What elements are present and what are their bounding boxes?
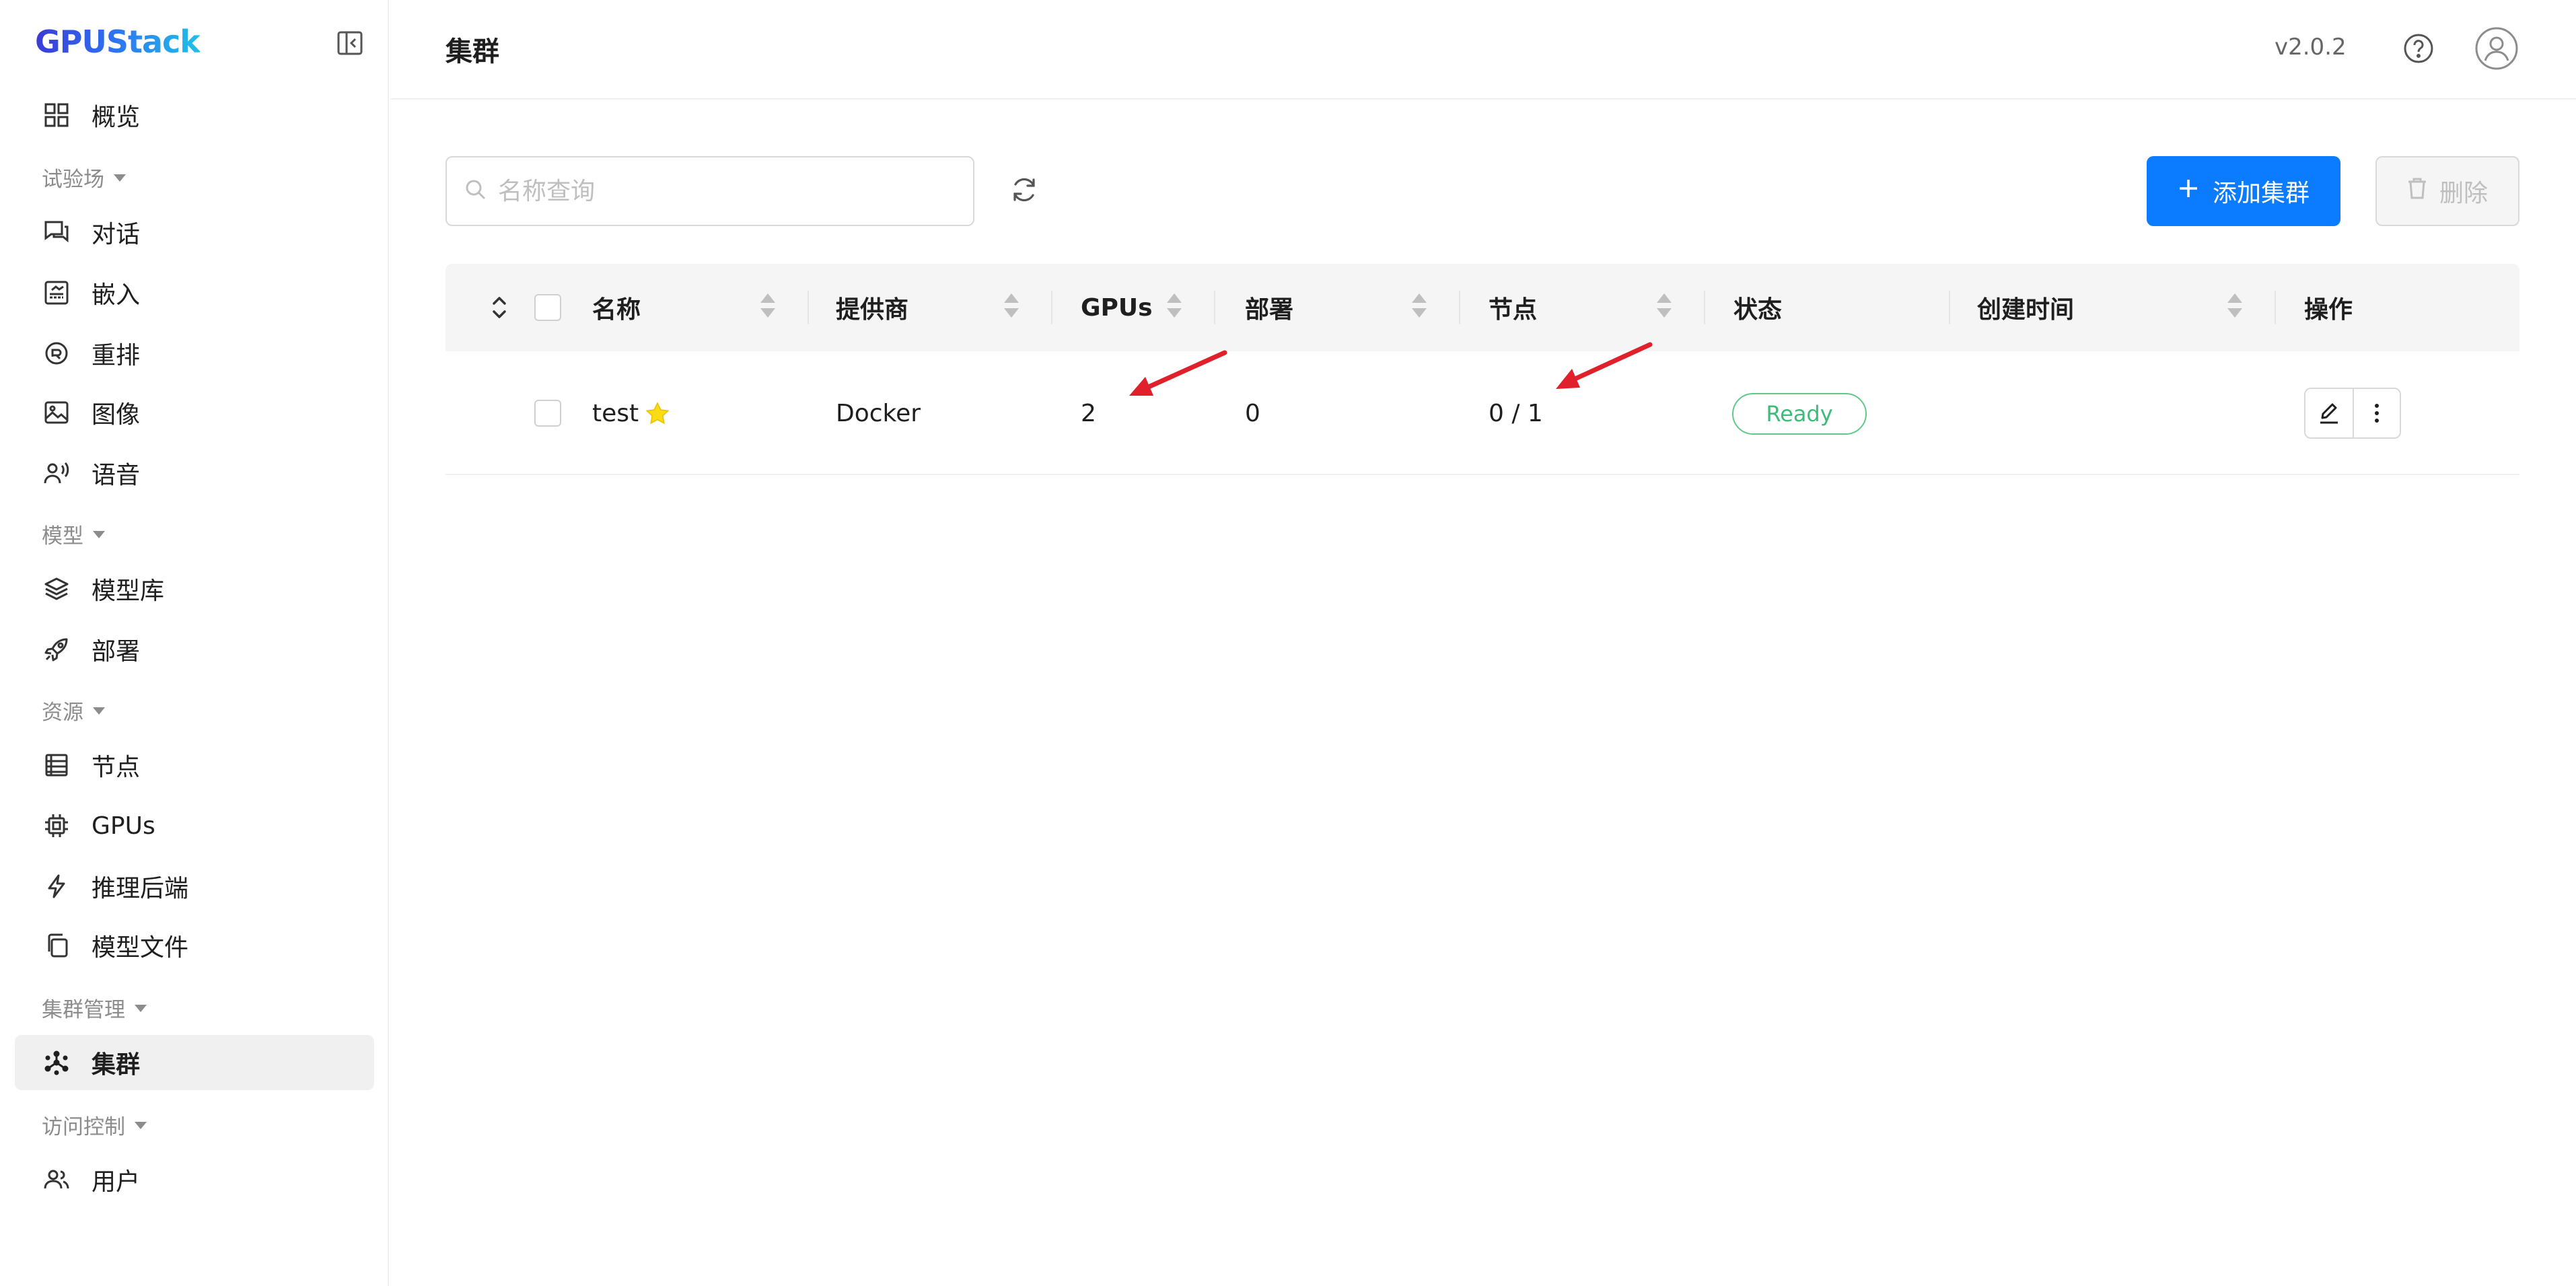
- column-header-provider[interactable]: 提供商: [836, 264, 908, 351]
- sidebar-item-rerank[interactable]: 重排: [15, 326, 374, 381]
- users-icon: [42, 1165, 71, 1194]
- search-input[interactable]: [498, 177, 956, 205]
- lightning-icon: [42, 871, 71, 901]
- sort-name-icon[interactable]: [760, 293, 775, 322]
- sidebar-item-gpus[interactable]: GPUs: [15, 798, 374, 853]
- column-header-status: 状态: [1733, 296, 1783, 324]
- expand-collapse-all-icon[interactable]: [485, 292, 514, 323]
- edit-icon[interactable]: [2305, 389, 2353, 437]
- collapse-sidebar-icon[interactable]: [334, 27, 366, 59]
- column-header-actions: 操作: [2304, 296, 2353, 324]
- chip-icon: [42, 811, 71, 841]
- gpustack-logo[interactable]: GPUStack: [35, 23, 201, 61]
- caret-down-icon: [135, 1121, 147, 1129]
- column-divider[interactable]: [1949, 291, 1950, 324]
- column-divider[interactable]: [1051, 291, 1052, 324]
- sidebar-item-deployments[interactable]: 部署: [15, 622, 374, 677]
- star-icon: [645, 402, 670, 425]
- rocket-icon: [42, 635, 71, 664]
- cell-name[interactable]: test: [592, 351, 670, 475]
- column-header-created[interactable]: 创建时间: [1977, 264, 2074, 351]
- sidebar-item-model-files[interactable]: 模型文件: [15, 918, 374, 973]
- sidebar-item-users[interactable]: 用户: [15, 1152, 374, 1207]
- sort-created-icon[interactable]: [2227, 293, 2242, 322]
- dashboard-icon: [42, 100, 71, 130]
- image-icon: [42, 398, 71, 427]
- nav-group-access-control[interactable]: 访问控制: [42, 1108, 147, 1141]
- sort-gpus-icon[interactable]: [1167, 293, 1182, 322]
- caret-down-icon: [114, 174, 126, 182]
- sidebar-item-nodes[interactable]: 节点: [15, 738, 374, 793]
- refresh-icon[interactable]: [1005, 171, 1043, 209]
- plus-icon: [2178, 178, 2199, 205]
- cell-deployments: 0: [1245, 399, 1260, 427]
- column-divider[interactable]: [1214, 291, 1215, 324]
- sidebar-item-model-catalog[interactable]: 模型库: [15, 561, 374, 616]
- caret-down-icon: [93, 707, 105, 715]
- cell-provider: Docker: [836, 399, 921, 427]
- page-title: 集群: [445, 36, 499, 67]
- select-all-checkbox[interactable]: [534, 294, 561, 321]
- layers-icon: [42, 574, 71, 604]
- nav-group-playground[interactable]: 试验场: [42, 160, 126, 194]
- sidebar-item-overview[interactable]: 概览: [15, 87, 374, 143]
- trash-icon: [2407, 177, 2427, 206]
- chat-icon: [42, 217, 71, 247]
- help-icon[interactable]: [2400, 30, 2437, 67]
- page-header: 集群 v2.0.2: [390, 0, 2576, 100]
- column-divider[interactable]: [2275, 291, 2276, 324]
- more-options-icon[interactable]: [2353, 389, 2400, 437]
- search-icon: [464, 178, 487, 204]
- column-header-name[interactable]: 名称: [592, 264, 641, 351]
- sidebar: GPUStack 概览 试验场 对话 嵌入 重排 图像 语音 模型 模型库 部署…: [0, 0, 389, 1286]
- add-cluster-button[interactable]: 添加集群: [2147, 156, 2340, 226]
- row-actions: [2304, 388, 2401, 439]
- status-badge: Ready: [1732, 393, 1867, 435]
- column-divider[interactable]: [1704, 291, 1705, 324]
- rerank-icon: [42, 338, 71, 368]
- cluster-icon: [42, 1048, 71, 1077]
- sort-provider-icon[interactable]: [1004, 293, 1019, 322]
- sidebar-item-clusters[interactable]: 集群: [15, 1035, 374, 1090]
- user-avatar-icon[interactable]: [2474, 26, 2519, 71]
- nav-group-models[interactable]: 模型: [42, 517, 105, 550]
- column-header-gpus[interactable]: GPUs: [1081, 264, 1153, 351]
- sort-deployments-icon[interactable]: [1412, 293, 1427, 322]
- column-divider[interactable]: [1459, 291, 1460, 324]
- delete-button[interactable]: 删除: [2375, 156, 2519, 226]
- cell-nodes: 0 / 1: [1489, 399, 1543, 427]
- column-header-nodes[interactable]: 节点: [1489, 264, 1537, 351]
- table-header: 名称 提供商 GPUs 部署 节点 状态 创建时间 操作: [445, 264, 2519, 351]
- embed-icon: [42, 278, 71, 308]
- caret-down-icon: [135, 1004, 147, 1012]
- row-checkbox[interactable]: [534, 400, 561, 427]
- caret-down-icon: [93, 530, 105, 538]
- nav-group-cluster-management[interactable]: 集群管理: [42, 991, 147, 1024]
- sidebar-item-image[interactable]: 图像: [15, 385, 374, 440]
- sidebar-item-embed[interactable]: 嵌入: [15, 265, 374, 320]
- sidebar-item-audio[interactable]: 语音: [15, 445, 374, 501]
- audio-icon: [42, 458, 71, 488]
- table-row[interactable]: test Docker 2 0 0 / 1 Ready: [445, 351, 2519, 475]
- nav-group-resources[interactable]: 资源: [42, 693, 105, 727]
- files-icon: [42, 931, 71, 960]
- sort-nodes-icon[interactable]: [1657, 293, 1672, 322]
- search-input-wrapper[interactable]: [445, 156, 974, 226]
- server-list-icon: [42, 750, 71, 780]
- version-label: v2.0.2: [2275, 34, 2347, 61]
- cell-gpus: 2: [1081, 399, 1096, 427]
- column-header-deployments[interactable]: 部署: [1245, 264, 1293, 351]
- sidebar-item-chat[interactable]: 对话: [15, 205, 374, 260]
- sidebar-item-inference-backends[interactable]: 推理后端: [15, 859, 374, 914]
- column-divider[interactable]: [808, 291, 809, 324]
